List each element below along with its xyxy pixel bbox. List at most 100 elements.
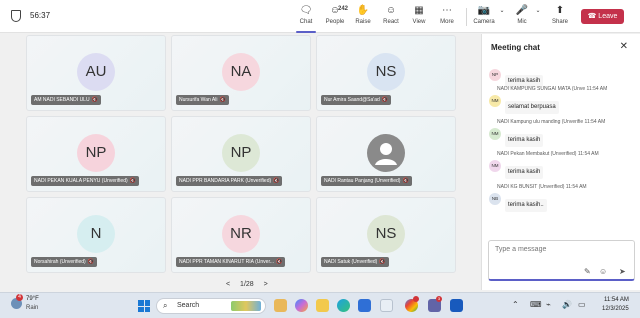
chat-message: NADI Pekan Membakut (Unverified) 11:54 A… [489,151,639,179]
message-meta: NADI KG BUNSIT (Unverified) 11:54 AM [497,184,587,190]
avatar: NM [489,128,501,140]
edge-icon[interactable] [337,299,350,312]
avatar: N [77,215,115,253]
mic-off-icon: 🎤 [515,5,529,16]
outlook-icon[interactable] [380,299,393,312]
mic-muted-icon: 🔇 [219,97,226,103]
avatar: NS [367,53,405,91]
participant-name: NADI PPR TAMAN KINARUT RIA (Unver... 🔇 [176,257,286,267]
start-button[interactable] [138,300,150,312]
clock-date[interactable]: 12/3/2025 [602,306,629,312]
view-button[interactable]: ▦ View [408,3,430,31]
camera-button[interactable]: 📷 Camera [472,3,496,31]
next-page-button[interactable]: > [264,281,268,288]
search-placeholder: Search [177,302,200,309]
raise-hand-button[interactable]: ✋ Raise [353,3,373,31]
participant-tile[interactable]: NADI Rantau Panjang (Unverified) 🔇 [316,116,456,192]
mic-button[interactable]: 🎤 Mic [512,3,532,31]
windows-taskbar: 4 79°F Rain ⌕ Search 3 ⌃ ⌨ ⌁ 🔊 ▭ 11:54 A… [0,292,640,318]
avatar: NS [367,215,405,253]
close-icon[interactable]: ✕ [620,41,628,52]
message-compose-box[interactable]: ✎ ☺ ➤ [488,240,635,281]
avatar: NB [489,193,501,205]
chat-icon: 🗨 [299,5,313,16]
chat-message: NP terima kasih [489,66,639,88]
divider [466,8,467,26]
participant-tile[interactable]: AU AM NADI SEBANDI ULU 🔇 [26,35,166,111]
mic-muted-icon: 🔇 [379,259,386,265]
mic-options-button[interactable]: ⌄ [534,3,542,31]
leave-button[interactable]: ☎ Leave [581,9,624,24]
more-button[interactable]: ⋯ More [436,3,458,31]
message-text: terima kasih.. [505,199,547,212]
participant-tile[interactable]: NA Nursurifa Wan Ali 🔇 [171,35,311,111]
send-icon[interactable]: ➤ [619,267,626,276]
chevron-up-icon[interactable]: ⌃ [512,300,519,309]
search-highlight-image [231,301,261,311]
clock-time[interactable]: 11:54 AM [604,297,629,303]
shield-icon [11,10,21,22]
message-meta: NADI Kampung ulu manding (Unverifie 11:5… [497,119,606,125]
widgets-icon[interactable] [274,299,287,312]
emoji-icon[interactable]: ☺ [599,267,607,276]
mic-muted-icon: 🔇 [129,178,136,184]
participant-name: Nursurifa Wan Ali 🔇 [176,95,229,105]
meeting-toolbar: 56:37 🗨 Chat ☺ 242 People ✋ Raise ☺ Reac… [0,0,640,33]
wifi-icon[interactable]: ⌁ [546,300,551,309]
mic-muted-icon: 🔇 [87,259,94,265]
participant-name: Norsahirah (Unverified) 🔇 [31,257,97,267]
message-text: selamat berpuasa [505,101,559,114]
mic-muted-icon: 🔇 [381,97,389,103]
avatar: NR [222,215,260,253]
avatar: NM [489,160,501,172]
chat-message: NADI Kampung ulu manding (Unverifie 11:5… [489,119,639,147]
battery-icon[interactable]: ▭ [578,300,586,309]
weather-temperature[interactable]: 79°F [26,296,39,302]
participant-tile[interactable]: NS Nur Amira Saand@Sa'ad 🔇 [316,35,456,111]
participant-grid: AU AM NADI SEBANDI ULU 🔇 NA Nursurifa Wan… [26,35,456,273]
copilot-icon[interactable] [295,299,308,312]
participant-name: NADI PPR BANDARIA PARK (Unverified) 🔇 [176,176,283,186]
file-explorer-icon[interactable] [316,299,329,312]
hand-icon: ✋ [356,5,370,16]
phone-icon: ☎ [587,13,597,20]
format-icon[interactable]: ✎ [584,267,591,276]
mic-muted-icon: 🔇 [91,97,98,103]
message-meta: NADI KAMPUNG SUNGAI MATA (Unve 11:54 AM [497,86,608,92]
weather-condition[interactable]: Rain [26,305,38,311]
share-icon: ⬆ [555,5,565,16]
previous-page-button[interactable]: < [226,281,230,288]
chat-title: Meeting chat [491,43,540,52]
participant-name: NADI PEKAN KUALA PENYU (Unverified) 🔇 [31,176,139,186]
weather-badge: 4 [16,294,23,301]
volume-icon[interactable]: 🔊 [562,300,572,309]
search-icon: ⌕ [163,301,168,310]
message-input[interactable] [495,246,625,253]
participant-tile[interactable]: NS NADI Satuk (Unverified) 🔇 [316,197,456,273]
participant-tile[interactable]: NP NADI PEKAN KUALA PENYU (Unverified) 🔇 [26,116,166,192]
participant-tile[interactable]: NR NADI PPR TAMAN KINARUT RIA (Unver... 🔇 [171,197,311,273]
store-icon[interactable] [358,299,371,312]
meeting-timer: 56:37 [30,11,51,20]
grid-icon: ▦ [414,5,424,16]
camera-options-button[interactable]: ⌄ [498,3,506,31]
participant-tile[interactable]: NP NADI PPR BANDARIA PARK (Unverified) 🔇 [171,116,311,192]
people-button[interactable]: ☺ 242 People [322,3,348,31]
language-icon[interactable]: ⌨ [530,300,542,309]
message-meta: NADI Pekan Membakut (Unverified) 11:54 A… [497,151,599,157]
mic-muted-icon: 🔇 [276,259,283,265]
avatar: NA [222,53,260,91]
chevron-down-icon: ⌄ [499,8,505,14]
avatar: NP [222,134,260,172]
smiley-icon: ☺ [385,5,397,16]
chrome-badge [413,296,419,302]
chat-message: NADI KAMPUNG SUNGAI MATA (Unve 11:54 AM … [489,86,639,114]
word-icon[interactable] [450,299,463,312]
react-button[interactable]: ☺ React [380,3,402,31]
participant-tile[interactable]: N Norsahirah (Unverified) 🔇 [26,197,166,273]
share-button[interactable]: ⬆ Share [550,3,570,31]
chat-message: NADI KG BUNSIT (Unverified) 11:54 AM NB … [489,184,639,212]
taskbar-search[interactable]: ⌕ Search [156,298,266,314]
avatar: AU [77,53,115,91]
chat-button[interactable]: 🗨 Chat [294,3,318,33]
